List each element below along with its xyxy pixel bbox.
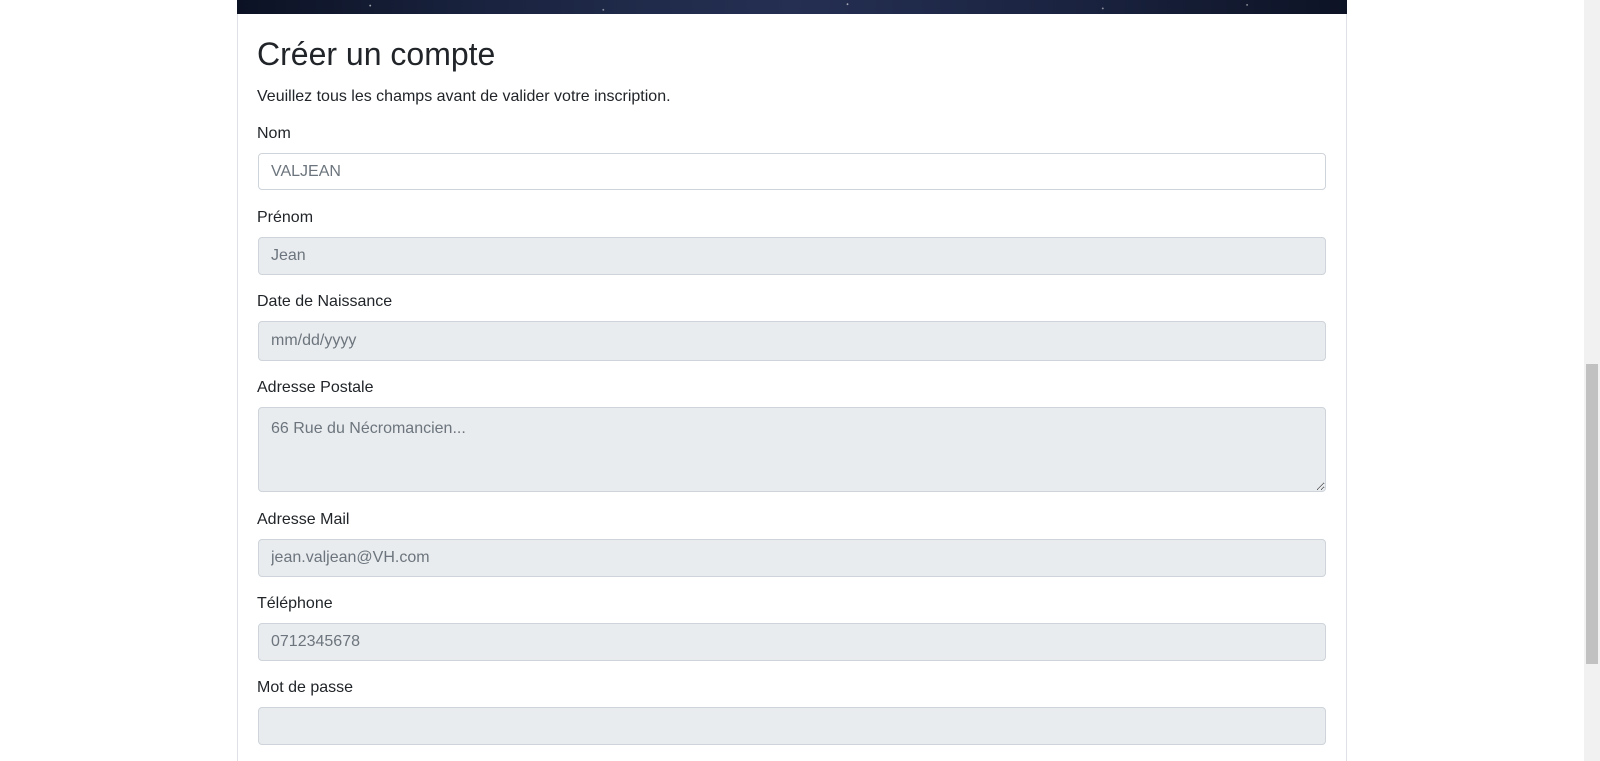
label-adresse-postale: Adresse Postale: [257, 379, 374, 396]
page-title: Créer un compte: [257, 36, 496, 72]
banner-image: [237, 0, 1347, 14]
page-scrollbar[interactable]: [1584, 0, 1600, 761]
date-naissance-input[interactable]: [258, 321, 1326, 361]
adresse-mail-input[interactable]: [258, 539, 1326, 577]
label-adresse-mail: Adresse Mail: [257, 511, 350, 528]
scrollbar-thumb[interactable]: [1586, 364, 1598, 664]
label-telephone: Téléphone: [257, 595, 333, 612]
telephone-input[interactable]: [258, 623, 1326, 661]
adresse-postale-textarea[interactable]: [258, 407, 1326, 492]
label-prenom: Prénom: [257, 209, 314, 226]
nom-input[interactable]: [258, 153, 1326, 190]
mot-de-passe-input[interactable]: [258, 707, 1326, 745]
label-nom: Nom: [257, 125, 291, 142]
label-date-naissance: Date de Naissance: [257, 293, 393, 310]
form-instructions: Veuillez tous les champs avant de valide…: [257, 88, 671, 105]
label-mot-de-passe: Mot de passe: [257, 679, 354, 696]
prenom-input[interactable]: [258, 237, 1326, 275]
